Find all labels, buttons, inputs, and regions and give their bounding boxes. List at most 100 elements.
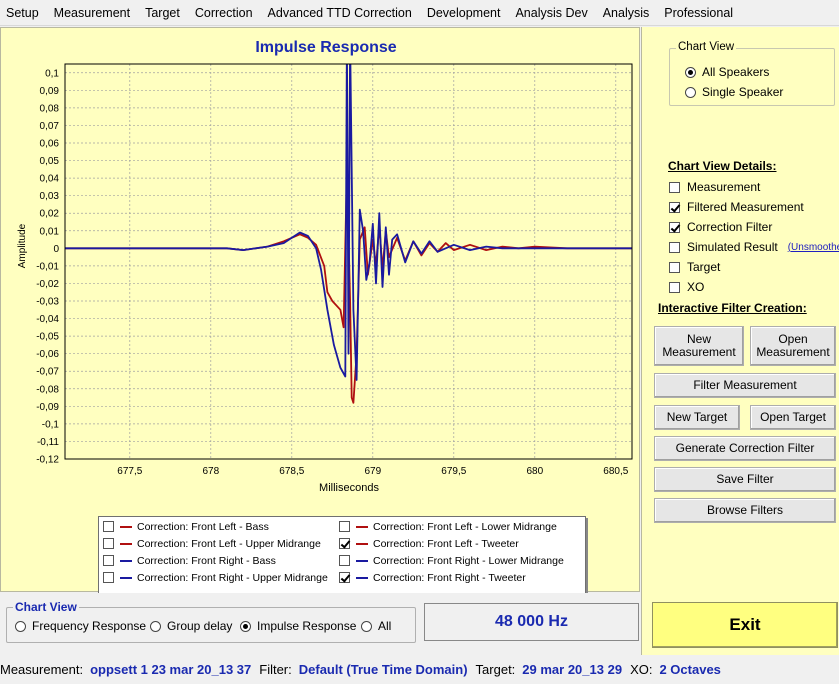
y-tick-label: -0,08 xyxy=(36,384,59,395)
measurement-checkbox[interactable] xyxy=(669,181,680,193)
legend-checkbox[interactable] xyxy=(339,555,350,566)
status-xo-value: 2 Octaves xyxy=(659,662,721,677)
legend-item-fr-bass[interactable]: Correction: Front Right - Bass xyxy=(103,552,276,569)
correction-filter-label: Correction Filter xyxy=(687,220,773,234)
frequency-response-radio[interactable]: Frequency Response xyxy=(15,619,146,633)
legend-checkbox[interactable] xyxy=(339,521,350,532)
filtered-measurement-checkbox[interactable] xyxy=(669,201,680,213)
radio-indicator[interactable] xyxy=(15,620,26,632)
target-checkbox[interactable] xyxy=(669,261,680,273)
legend-checkbox[interactable] xyxy=(103,555,114,566)
legend-item-fl-upper-midrange[interactable]: Correction: Front Left - Upper Midrange xyxy=(103,535,321,552)
all-speakers-radio[interactable]: All Speakers xyxy=(685,65,769,79)
legend-checkbox[interactable] xyxy=(103,521,114,532)
y-tick-label: 0,05 xyxy=(40,156,60,167)
menu-development[interactable]: Development xyxy=(421,6,510,20)
menu-measurement[interactable]: Measurement xyxy=(48,6,139,20)
single-speaker-radio[interactable]: Single Speaker xyxy=(685,85,783,99)
interactive-filter-creation-heading: Interactive Filter Creation: xyxy=(658,301,807,315)
filter-measurement-button[interactable]: Filter Measurement xyxy=(654,373,836,398)
legend-swatch xyxy=(120,576,132,579)
simulated-result-checkbox-row[interactable]: Simulated Result (Unsmoothed) xyxy=(669,240,839,254)
radio-indicator[interactable] xyxy=(685,66,696,78)
legend-item-fl-lower-midrange[interactable]: Correction: Front Left - Lower Midrange xyxy=(339,518,557,535)
legend-label: Correction: Front Right - Bass xyxy=(137,554,276,567)
exit-button[interactable]: Exit xyxy=(652,602,838,648)
unsmoothed-link[interactable]: (Unsmoothed) xyxy=(788,242,839,253)
open-measurement-button[interactable]: Open Measurement xyxy=(750,326,836,366)
new-target-button[interactable]: New Target xyxy=(654,405,740,430)
legend-checkbox[interactable] xyxy=(103,572,114,583)
simulated-result-label: Simulated Result xyxy=(687,240,778,254)
legend-swatch xyxy=(356,576,368,579)
legend-checkbox[interactable] xyxy=(339,538,350,549)
legend-label: Correction: Front Left - Bass xyxy=(137,520,269,533)
frequency-response-label: Frequency Response xyxy=(32,619,147,633)
status-bar: Measurement: oppsett 1 23 mar 20_13 37 F… xyxy=(0,655,839,684)
generate-correction-filter-button[interactable]: Generate Correction Filter xyxy=(654,436,836,461)
new-measurement-button[interactable]: New Measurement xyxy=(654,326,744,366)
status-filter-value: Default (True Time Domain) xyxy=(298,662,468,677)
legend-item-fl-bass[interactable]: Correction: Front Left - Bass xyxy=(103,518,269,535)
legend-item-fr-lower-midrange[interactable]: Correction: Front Right - Lower Midrange xyxy=(339,552,564,569)
radio-indicator[interactable] xyxy=(361,620,372,632)
menu-professional[interactable]: Professional xyxy=(658,6,742,20)
menu-analysis-dev[interactable]: Analysis Dev xyxy=(509,6,596,20)
filtered-measurement-checkbox-row[interactable]: Filtered Measurement xyxy=(669,200,804,214)
menu-analysis[interactable]: Analysis xyxy=(597,6,659,20)
y-tick-label: 0,01 xyxy=(40,226,60,237)
status-filter-label: Filter: xyxy=(259,662,292,677)
y-tick-label: 0,02 xyxy=(40,209,60,220)
x-tick-label: 679,5 xyxy=(441,466,466,477)
target-checkbox-row[interactable]: Target xyxy=(669,260,720,274)
x-tick-label: 678,5 xyxy=(279,466,304,477)
chart-view-details-heading: Chart View Details: xyxy=(668,159,777,173)
legend-item-fr-tweeter[interactable]: Correction: Front Right - Tweeter xyxy=(339,569,526,586)
y-tick-label: -0,09 xyxy=(36,402,59,413)
correction-filter-checkbox-row[interactable]: Correction Filter xyxy=(669,220,772,234)
chart-view-group-title: Chart View xyxy=(676,41,737,53)
measurement-checkbox-row[interactable]: Measurement xyxy=(669,180,760,194)
open-target-button[interactable]: Open Target xyxy=(750,405,836,430)
legend-item-fr-upper-midrange[interactable]: Correction: Front Right - Upper Midrange xyxy=(103,569,328,586)
x-tick-label: 680,5 xyxy=(603,466,628,477)
y-tick-label: -0,12 xyxy=(36,455,59,466)
impulse-response-label: Impulse Response xyxy=(257,619,357,633)
legend-swatch xyxy=(356,525,368,528)
legend-checkbox[interactable] xyxy=(103,538,114,549)
y-tick-label: 0,07 xyxy=(40,121,60,132)
status-measurement-label: Measurement: xyxy=(0,662,84,677)
legend-swatch xyxy=(356,559,368,562)
xo-checkbox[interactable] xyxy=(669,281,680,293)
menu-correction[interactable]: Correction xyxy=(189,6,262,20)
x-axis-label: Milliseconds xyxy=(319,482,379,494)
save-filter-button[interactable]: Save Filter xyxy=(654,467,836,492)
all-radio[interactable]: All xyxy=(361,619,391,633)
y-tick-label: -0,01 xyxy=(36,261,59,272)
radio-indicator[interactable] xyxy=(150,620,161,632)
correction-filter-checkbox[interactable] xyxy=(669,221,680,233)
right-panel: Chart View All Speakers Single Speaker C… xyxy=(641,27,839,655)
y-tick-label: -0,04 xyxy=(36,314,59,325)
menu-advanced-ttd-correction[interactable]: Advanced TTD Correction xyxy=(262,6,421,20)
y-tick-label: -0,05 xyxy=(36,332,59,343)
menu-target[interactable]: Target xyxy=(139,6,189,20)
browse-filters-button[interactable]: Browse Filters xyxy=(654,498,836,523)
legend-item-fl-tweeter[interactable]: Correction: Front Left - Tweeter xyxy=(339,535,519,552)
legend-label: Correction: Front Left - Upper Midrange xyxy=(137,537,321,550)
simulated-result-checkbox[interactable] xyxy=(669,241,680,253)
y-tick-label: -0,07 xyxy=(36,367,59,378)
filtered-measurement-label: Filtered Measurement xyxy=(687,200,804,214)
group-delay-radio[interactable]: Group delay xyxy=(150,619,232,633)
y-tick-label: 0,09 xyxy=(40,86,60,97)
legend-checkbox[interactable] xyxy=(339,572,350,583)
bottom-chart-view-title: Chart View xyxy=(13,600,79,614)
impulse-response-radio[interactable]: Impulse Response xyxy=(240,619,356,633)
chart-title: Impulse Response xyxy=(255,39,396,56)
radio-indicator[interactable] xyxy=(685,86,696,98)
y-tick-label: -0,02 xyxy=(36,279,59,290)
menu-setup[interactable]: Setup xyxy=(0,6,48,20)
xo-checkbox-row[interactable]: XO xyxy=(669,280,704,294)
radio-indicator[interactable] xyxy=(240,620,251,632)
single-speaker-label: Single Speaker xyxy=(702,85,784,99)
